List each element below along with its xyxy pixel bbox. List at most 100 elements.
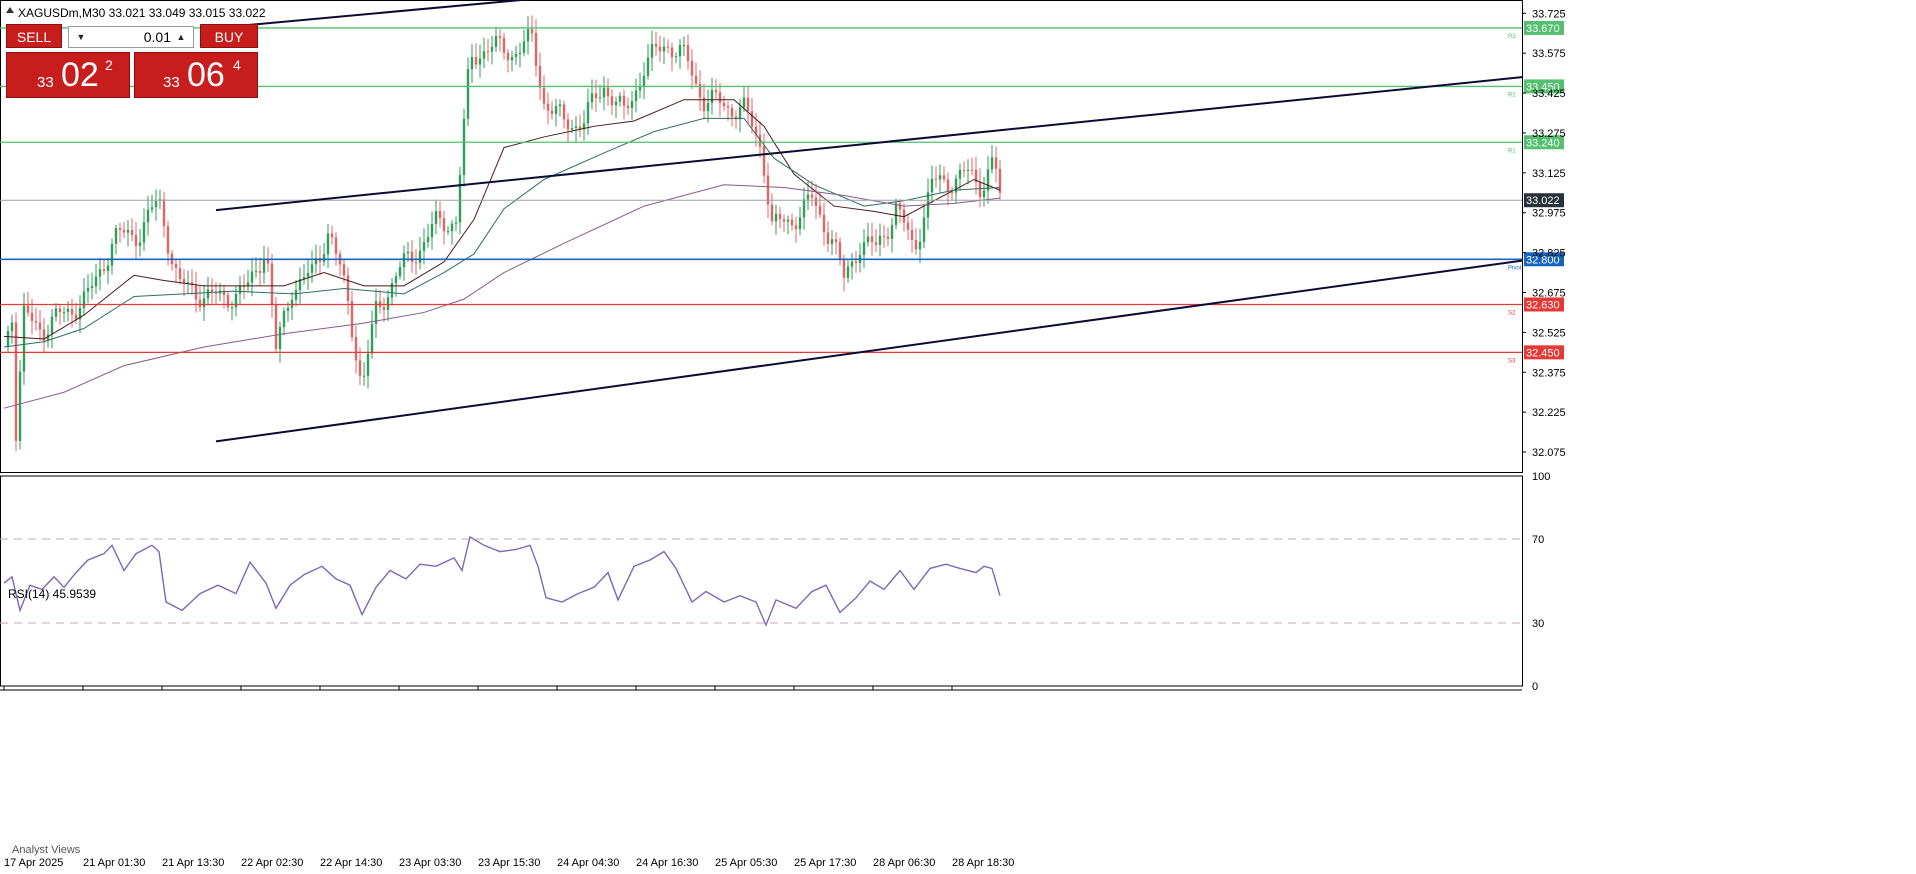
lot-size-field[interactable]: ▼ 0.01 ▲ [68, 26, 194, 48]
bear-candle [70, 308, 74, 315]
bull-candle [618, 95, 622, 102]
level-tag-pivot: Pivot [1508, 265, 1522, 271]
bull-candle [586, 102, 590, 124]
bull-candle [86, 288, 90, 292]
bull-candle [238, 286, 242, 294]
bear-candle [794, 225, 798, 230]
bear-candle [726, 106, 730, 108]
level-price-label: 33.670 [1526, 23, 1560, 35]
bear-candle [538, 65, 542, 88]
bull-candle [306, 272, 310, 278]
bear-candle [750, 111, 754, 127]
buy-button[interactable]: BUY [200, 24, 258, 48]
bull-candle [662, 46, 666, 52]
bear-candle [718, 92, 722, 103]
chart-canvas[interactable]: 10070300 R333.670R233.450R133.240Pivot32… [0, 0, 1916, 874]
bear-candle [178, 268, 182, 280]
bull-candle [406, 251, 410, 254]
bull-candle [510, 56, 514, 61]
analyst-views-label: Analyst Views [12, 844, 81, 856]
y-tick-label: 33.725 [1532, 8, 1566, 20]
trend-channel[interactable] [215, 0, 1523, 443]
bull-candle [402, 253, 406, 268]
bear-candle [790, 219, 794, 226]
rsi-tick-label: 100 [1532, 471, 1550, 483]
bear-candle [810, 194, 814, 198]
bear-candle [854, 261, 858, 263]
rsi-panel-border [0, 475, 1523, 687]
bull-candle [922, 217, 926, 242]
bull-candle [22, 305, 26, 372]
y-tick-label: 32.525 [1532, 327, 1566, 339]
x-tick-label: 28 Apr 18:30 [952, 857, 1014, 869]
bull-candle [894, 203, 898, 225]
price-grid [0, 0, 1523, 691]
bear-candle [74, 314, 78, 320]
bear-candle [382, 307, 386, 310]
bear-candle [694, 75, 698, 84]
bull-candle [422, 242, 426, 251]
rsi-tick-label: 0 [1532, 681, 1538, 693]
rsi-tick-label: 70 [1532, 534, 1544, 546]
bear-candle [722, 102, 726, 107]
bull-candle [674, 56, 678, 58]
bull-candle [454, 222, 458, 224]
sell-price[interactable]: 33 02 2 [6, 52, 130, 98]
bull-candle [570, 128, 574, 130]
bear-candle [498, 36, 502, 38]
bull-candle [462, 118, 466, 176]
bull-candle [802, 199, 806, 218]
buy-price[interactable]: 33 06 4 [134, 52, 258, 98]
bull-candle [890, 224, 894, 239]
x-tick-label: 21 Apr 13:30 [162, 857, 224, 869]
bull-candle [62, 311, 66, 313]
bull-candle [370, 323, 374, 354]
bear-candle [670, 47, 674, 58]
bull-candle [434, 211, 438, 224]
y-tick-label: 32.825 [1532, 248, 1566, 260]
chevron-up-icon[interactable]: ▲ [171, 29, 191, 45]
chevron-down-icon[interactable]: ▼ [71, 29, 91, 45]
bull-candle [482, 51, 486, 59]
moving-average-line [3, 99, 1001, 340]
bull-candle [558, 104, 562, 107]
bull-candle [66, 308, 70, 312]
bull-candle [602, 87, 606, 98]
lot-size-value[interactable]: 0.01 [91, 29, 171, 45]
bear-candle [730, 107, 734, 117]
bear-candle [978, 182, 982, 198]
bear-candle [118, 228, 122, 230]
bull-candle [394, 276, 398, 284]
bear-candle [886, 236, 890, 239]
bull-candle [598, 97, 602, 99]
y-tick-label: 33.575 [1532, 48, 1566, 60]
bull-candle [138, 242, 142, 246]
bear-candle [474, 56, 478, 65]
bull-candle [234, 293, 238, 308]
bear-candle [30, 312, 34, 322]
bull-candle [526, 29, 530, 42]
bull-candle [98, 269, 102, 277]
bull-candle [90, 286, 94, 289]
bear-candle [594, 93, 598, 98]
rsi-title: RSI(14) 45.9539 [8, 587, 96, 601]
bull-candle [366, 353, 370, 376]
sell-button[interactable]: SELL [6, 24, 62, 48]
bear-candle [346, 275, 350, 302]
bull-candle [958, 169, 962, 179]
bear-candle [546, 103, 550, 111]
bull-candle [878, 235, 882, 245]
bull-candle [294, 290, 298, 300]
bull-candle [150, 207, 154, 210]
bear-candle [910, 229, 914, 240]
bear-candle [962, 169, 966, 171]
bull-candle [742, 97, 746, 108]
bear-candle [714, 90, 718, 93]
bull-candle [82, 291, 86, 309]
bull-candle [230, 307, 234, 309]
bull-candle [458, 175, 462, 223]
bear-candle [270, 263, 274, 305]
bear-candle [686, 44, 690, 62]
bear-candle [914, 239, 918, 250]
bull-candle [918, 241, 922, 250]
